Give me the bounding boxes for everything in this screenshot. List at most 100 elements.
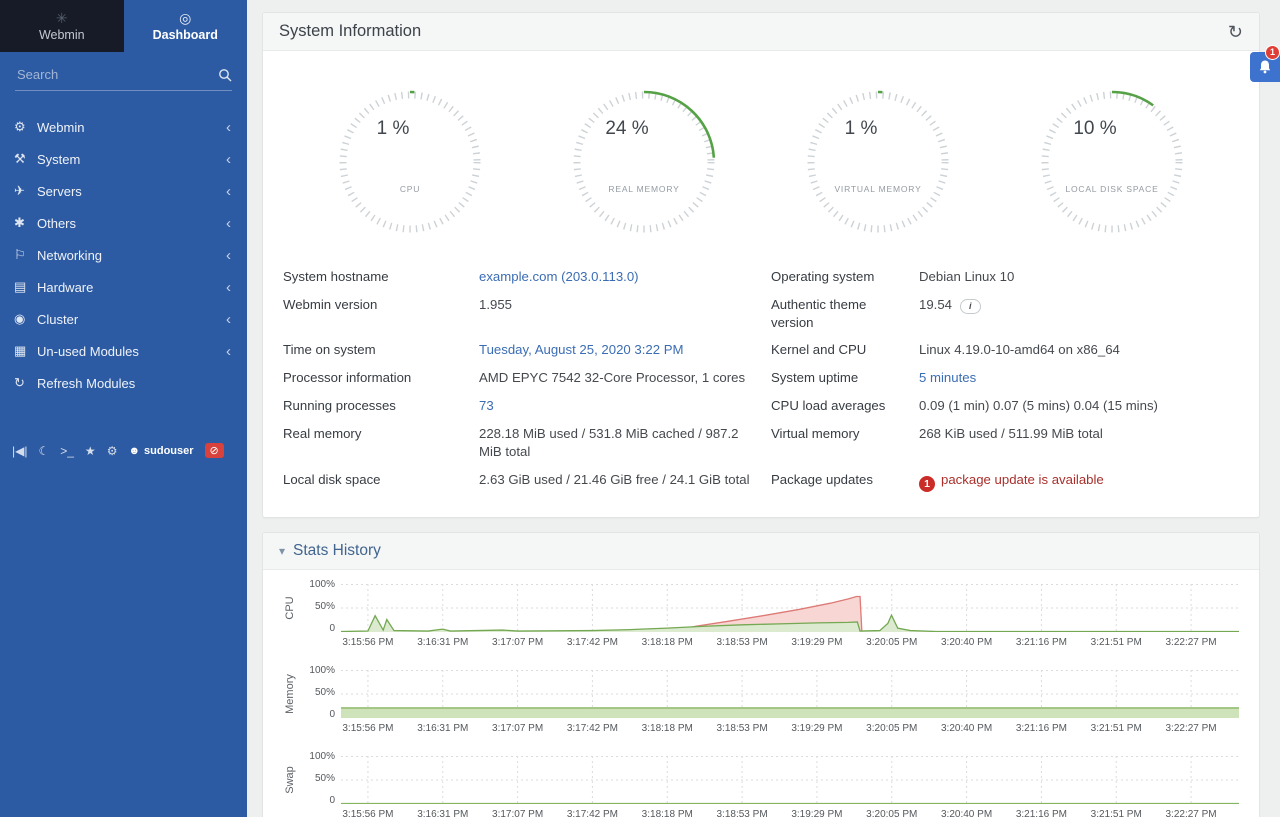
sidebar-item-cluster[interactable]: ◉Cluster‹ xyxy=(0,303,247,335)
logout-icon[interactable]: ⊘ xyxy=(205,443,224,458)
x-tick-label: 3:19:29 PM xyxy=(791,637,842,648)
tab-dashboard[interactable]: ◎ Dashboard xyxy=(124,0,248,52)
gauge-virtual-memory: 1 %VIRTUAL MEMORY xyxy=(793,77,963,247)
sidebar-item-label: Networking xyxy=(37,248,102,263)
notifications-button[interactable]: 1 xyxy=(1250,52,1280,82)
chart-plot xyxy=(341,584,1239,632)
x-tick-label: 3:21:51 PM xyxy=(1091,809,1142,817)
stats-history-title: Stats History xyxy=(293,542,381,560)
x-tick-label: 3:17:07 PM xyxy=(492,723,543,734)
sidebar: ✳ Webmin ◎ Dashboard ⚙Webmin‹ ⚒System ‹ ✈Se… xyxy=(0,0,247,817)
sidebar-item-un-used-modules[interactable]: ▦Un-used Modules‹ xyxy=(0,335,247,367)
gauge-label: CPU xyxy=(325,184,495,194)
info-value: 73 xyxy=(479,392,771,420)
x-tick-label: 3:15:56 PM xyxy=(342,723,393,734)
stats-history-card: ▾ Stats History CPU100%50%03:15:56 PM3:1… xyxy=(262,532,1260,817)
sidebar-tabs: ✳ Webmin ◎ Dashboard xyxy=(0,0,247,52)
info-value: 1package update is available xyxy=(919,466,1239,497)
chart-plot xyxy=(341,756,1239,804)
x-tick-label: 3:17:07 PM xyxy=(492,809,543,817)
refresh-icon[interactable]: ↻ xyxy=(1228,23,1243,41)
sidebar-item-label: Hardware xyxy=(37,280,93,295)
sidebar-item-networking[interactable]: ⚐Networking‹ xyxy=(0,239,247,271)
y-tick-label: 100% xyxy=(309,751,335,762)
sidebar-item-others[interactable]: ✱Others‹ xyxy=(0,207,247,239)
sidebar-item-label: System xyxy=(37,152,80,167)
power-icon: ◉ xyxy=(14,311,37,327)
sidebar-item-hardware[interactable]: ▤Hardware ‹ xyxy=(0,271,247,303)
tab-dashboard-label: Dashboard xyxy=(153,28,218,42)
x-tick-label: 3:21:16 PM xyxy=(1016,637,1067,648)
info-link[interactable]: Tuesday, August 25, 2020 3:22 PM xyxy=(479,342,684,357)
y-tick-label: 0 xyxy=(329,623,335,634)
x-tick-label: 3:18:53 PM xyxy=(717,809,768,817)
sidebar-item-system[interactable]: ⚒System ‹ xyxy=(0,143,247,175)
x-tick-label: 3:18:18 PM xyxy=(642,723,693,734)
y-tick-label: 0 xyxy=(329,795,335,806)
x-tick-label: 3:20:05 PM xyxy=(866,637,917,648)
username: sudouser xyxy=(144,445,194,457)
favorites-icon[interactable]: ★ xyxy=(85,444,96,458)
sidebar-item-label: Others xyxy=(37,216,76,231)
settings-icon[interactable]: ⚙ xyxy=(107,444,118,458)
system-information-card: System Information ↻ 1 %CPU24 %REAL MEMO… xyxy=(262,12,1260,518)
x-tick-label: 3:22:27 PM xyxy=(1165,637,1216,648)
sidebar-item-refresh-modules[interactable]: ↻Refresh Modules xyxy=(0,367,247,399)
info-value: Tuesday, August 25, 2020 3:22 PM xyxy=(479,336,771,364)
webmin-logo-icon: ✳ xyxy=(56,11,68,25)
sidebar-search xyxy=(15,66,232,91)
y-tick-label: 50% xyxy=(315,687,335,698)
info-link[interactable]: 5 minutes xyxy=(919,370,976,385)
collapse-icon[interactable]: ▾ xyxy=(279,544,285,558)
x-tick-label: 3:20:05 PM xyxy=(866,723,917,734)
stats-history-header: ▾ Stats History xyxy=(263,533,1259,570)
terminal-icon[interactable]: >_ xyxy=(60,444,74,458)
info-label: Real memory xyxy=(283,420,479,466)
info-value: 1.955 xyxy=(479,291,771,337)
collapse-sidebar-icon[interactable]: |◀| xyxy=(12,444,27,458)
night-mode-icon[interactable]: ☾ xyxy=(38,444,49,458)
package-update-link[interactable]: package update is available xyxy=(941,472,1104,487)
x-tick-label: 3:17:07 PM xyxy=(492,637,543,648)
info-value: AMD EPYC 7542 32-Core Processor, 1 cores xyxy=(479,364,771,392)
x-tick-label: 3:20:40 PM xyxy=(941,809,992,817)
info-label: System uptime xyxy=(771,364,919,392)
gauge-value: 24 % xyxy=(542,118,712,140)
sidebar-footer: |◀| ☾ >_ ★ ⚙ ☻sudouser ⊘ xyxy=(0,443,247,458)
tab-webmin[interactable]: ✳ Webmin xyxy=(0,0,124,52)
theme-info-button[interactable]: i xyxy=(960,299,981,314)
user-menu[interactable]: ☻sudouser xyxy=(128,445,193,457)
info-value: 0.09 (1 min) 0.07 (5 mins) 0.04 (15 mins… xyxy=(919,392,1239,420)
gauge-value: 10 % xyxy=(1010,118,1180,140)
chart-swap: Swap100%50%03:15:56 PM3:16:31 PM3:17:07 … xyxy=(279,756,1259,817)
sidebar-item-servers[interactable]: ✈Servers‹ xyxy=(0,175,247,207)
info-label: Kernel and CPU xyxy=(771,336,919,364)
chevron-left-icon: ‹ xyxy=(226,120,231,135)
y-tick-label: 0 xyxy=(329,709,335,720)
x-tick-label: 3:16:31 PM xyxy=(417,723,468,734)
wrench-icon: ⚒ xyxy=(14,151,37,167)
chart-memory: Memory100%50%03:15:56 PM3:16:31 PM3:17:0… xyxy=(279,670,1259,737)
info-value: 2.63 GiB used / 21.46 GiB free / 24.1 Gi… xyxy=(479,466,771,497)
x-tick-label: 3:16:31 PM xyxy=(417,637,468,648)
main-content: System Information ↻ 1 %CPU24 %REAL MEMO… xyxy=(247,0,1280,817)
x-tick-label: 3:19:29 PM xyxy=(791,809,842,817)
x-tick-label: 3:21:16 PM xyxy=(1016,723,1067,734)
sidebar-item-webmin[interactable]: ⚙Webmin‹ xyxy=(0,111,247,143)
info-link[interactable]: example.com (203.0.113.0) xyxy=(479,269,639,284)
gauge-local-disk-space: 10 %LOCAL DISK SPACE xyxy=(1027,77,1197,247)
chart-axis-label: Memory xyxy=(284,674,296,714)
search-input[interactable] xyxy=(15,66,218,83)
chevron-left-icon: ‹ xyxy=(226,280,231,295)
x-tick-label: 3:15:56 PM xyxy=(342,809,393,817)
info-label: Processor information xyxy=(283,364,479,392)
chevron-left-icon: ‹ xyxy=(226,152,231,167)
gauge-label: VIRTUAL MEMORY xyxy=(793,184,963,194)
info-value: 5 minutes xyxy=(919,364,1239,392)
disk-icon: ▤ xyxy=(14,279,37,295)
x-tick-label: 3:17:42 PM xyxy=(567,637,618,648)
info-link[interactable]: 73 xyxy=(479,398,494,413)
modules-icon: ▦ xyxy=(14,343,37,359)
y-tick-label: 50% xyxy=(315,601,335,612)
chevron-left-icon: ‹ xyxy=(226,344,231,359)
